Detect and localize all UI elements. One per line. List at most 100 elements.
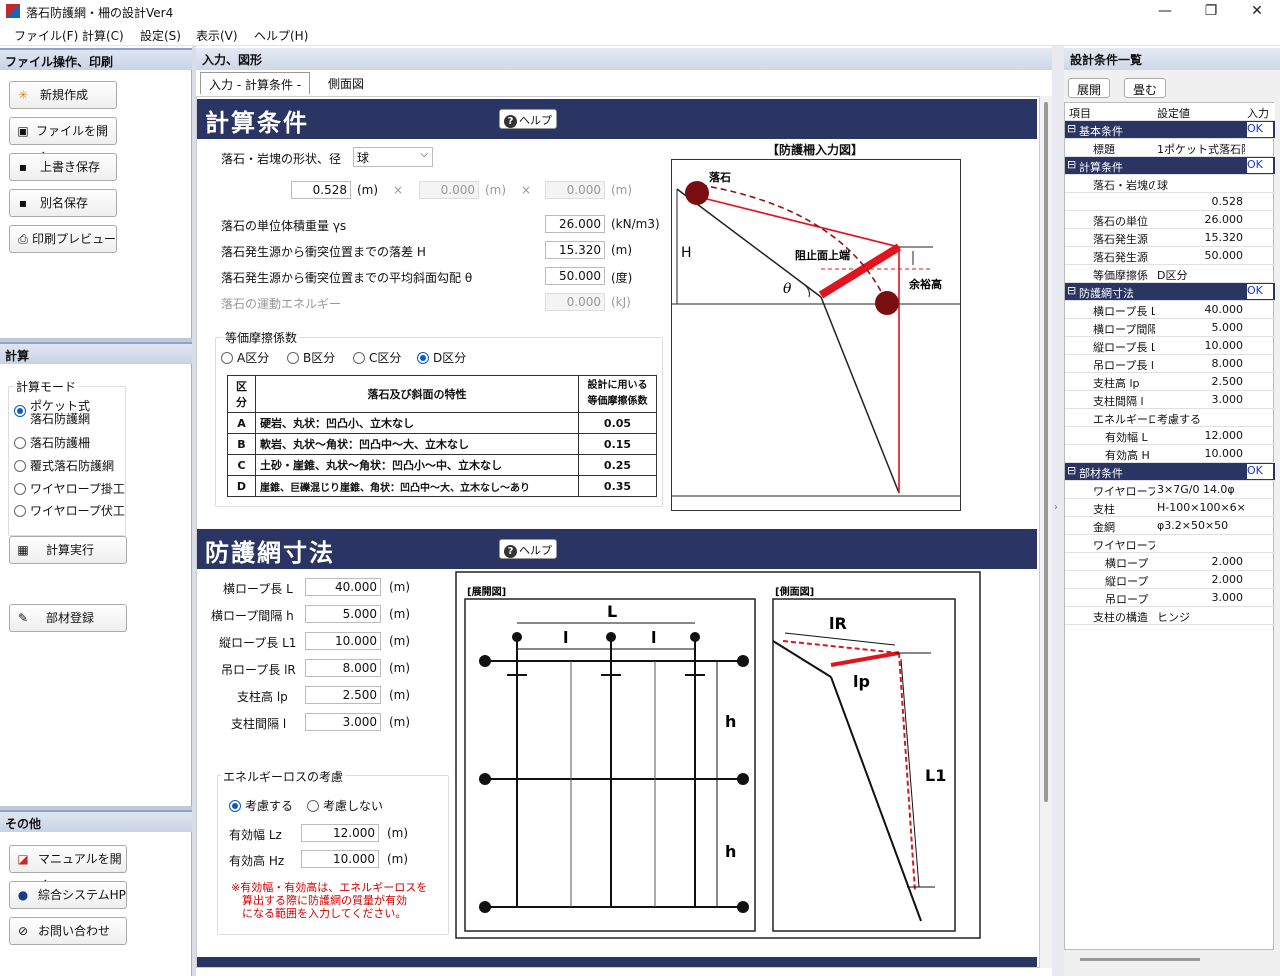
collapse-icon[interactable]: ⊟ — [1067, 284, 1076, 297]
energy-consider[interactable]: 考慮する — [229, 797, 293, 814]
radio-b[interactable] — [287, 352, 299, 364]
tree-row[interactable]: 等価摩擦係 D区分 — [1065, 265, 1275, 283]
contact-button[interactable]: ⊘ お問い合わせ — [9, 917, 127, 945]
tree-row[interactable]: 縦ロープ長 L 10.000 — [1065, 337, 1275, 355]
radio-c[interactable] — [353, 352, 365, 364]
minimize-button[interactable]: — — [1142, 0, 1188, 24]
tab-input[interactable]: 入力 - 計算条件 - — [200, 72, 311, 94]
tree-row[interactable]: 支柱 H-100×100×6× — [1065, 499, 1275, 517]
save-button[interactable]: ▪ 上書き保存 — [9, 153, 117, 181]
open-file-button[interactable]: ▣ファイルを開く — [9, 117, 117, 164]
print-preview-button[interactable]: ⎙ 印刷プレビュー — [9, 225, 117, 253]
menu-calc[interactable]: 計算(C) — [82, 27, 124, 44]
expand-button[interactable]: 展開 — [1068, 78, 1111, 98]
scroll-thumb[interactable] — [1044, 102, 1048, 802]
mode-fence[interactable]: 落石防護柵 — [14, 434, 90, 451]
tree-row[interactable]: 有効幅 L 12.000 — [1065, 427, 1275, 445]
unit-weight-input[interactable]: 26.000 — [545, 215, 605, 233]
tree-row[interactable]: 支柱高 lp 2.500 — [1065, 373, 1275, 391]
tree-row[interactable]: 0.528 — [1065, 193, 1275, 211]
menu-view[interactable]: 表示(V) — [196, 27, 238, 44]
tab-side-view[interactable]: 側面図 — [320, 72, 372, 94]
friction-c[interactable]: C区分 — [353, 349, 401, 366]
friction-b[interactable]: B区分 — [287, 349, 335, 366]
tree-row[interactable]: 縦ロープ 2.000 — [1065, 571, 1275, 589]
h-rope-length-input[interactable]: 40.000 — [305, 578, 381, 596]
tree-group-row[interactable]: ⊟ 部材条件 OK — [1065, 463, 1275, 481]
effective-height-input[interactable]: 10.000 — [301, 850, 379, 868]
friction-d[interactable]: D区分 — [417, 349, 466, 366]
effective-width-input[interactable]: 12.000 — [301, 824, 379, 842]
radio-rope-lay[interactable] — [14, 505, 26, 517]
help-button-2[interactable]: ? ヘルプ — [499, 539, 557, 559]
tree-h-scrollbar[interactable] — [1064, 950, 1274, 968]
menu-settings[interactable]: 設定(S) — [140, 27, 181, 44]
tree-row[interactable]: 落石発生源 50.000 — [1065, 247, 1275, 265]
radio-rope-hang[interactable] — [14, 483, 26, 495]
mode-rope-hang[interactable]: ワイヤロープ掛工 — [14, 480, 125, 497]
collapse-icon[interactable]: ⊟ — [1067, 122, 1076, 135]
member-register-button[interactable]: ✎ 部材登録 — [9, 604, 127, 632]
collapse-icon[interactable]: ⊟ — [1067, 158, 1076, 171]
mode-rope-lay[interactable]: ワイヤロープ伏工 — [14, 502, 125, 519]
run-calc-button[interactable]: ▦ 計算実行 — [9, 536, 127, 564]
close-button[interactable]: ✕ — [1234, 0, 1280, 24]
radio-fence[interactable] — [14, 437, 26, 449]
help-button-1[interactable]: ? ヘルプ — [499, 109, 557, 129]
tree-row[interactable]: 有効高 H 10.000 — [1065, 445, 1275, 463]
h-scroll-thumb[interactable] — [1080, 958, 1200, 961]
tree-row[interactable]: 落石・岩塊の球 — [1065, 175, 1275, 193]
tree-row[interactable]: 落石発生源 15.320 — [1065, 229, 1275, 247]
drop-height-input[interactable]: 15.320 — [545, 241, 605, 259]
tree-row[interactable]: 支柱の構造 ヒンジ — [1065, 607, 1275, 625]
tree-group-row[interactable]: ⊟ 防護網寸法 OK — [1065, 283, 1275, 301]
diameter-3-input[interactable]: 0.000 — [545, 181, 605, 199]
menu-file[interactable]: ファイル(F) — [14, 27, 78, 44]
friction-a[interactable]: A区分 — [221, 349, 269, 366]
tree-row[interactable]: 支柱間隔 l 3.000 — [1065, 391, 1275, 409]
tree-row[interactable]: 横ロープ長 L 40.000 — [1065, 301, 1275, 319]
v-rope-length-input[interactable]: 10.000 — [305, 632, 381, 650]
tree-row[interactable]: 横ロープ間隔 5.000 — [1065, 319, 1275, 337]
radio-not-consider[interactable] — [307, 800, 319, 812]
tree-row[interactable]: 横ロープ 2.000 — [1065, 553, 1275, 571]
collapse-button[interactable]: 畳む — [1124, 78, 1167, 98]
tree-group-row[interactable]: ⊟ 計算条件 OK — [1065, 157, 1275, 175]
open-manual-button[interactable]: ◪マニュアルを開く — [9, 845, 127, 892]
homepage-button[interactable]: ● 綜合システムHP — [9, 881, 127, 909]
tree-row[interactable]: 吊ロープ長 l 8.000 — [1065, 355, 1275, 373]
radio-d[interactable] — [417, 352, 429, 364]
radio-consider[interactable] — [229, 800, 241, 812]
diameter-2-input[interactable]: 0.000 — [419, 181, 479, 199]
maximize-button[interactable]: ❐ — [1188, 0, 1234, 24]
post-spacing-input[interactable]: 3.000 — [305, 713, 381, 731]
diameter-1-input[interactable]: 0.528 — [291, 181, 351, 199]
hang-rope-length-input[interactable]: 8.000 — [305, 659, 381, 677]
tree-row[interactable]: 標題 1ポケット式落石防 — [1065, 139, 1275, 157]
post-height-input[interactable]: 2.500 — [305, 686, 381, 704]
h-rope-spacing-input[interactable]: 5.000 — [305, 605, 381, 623]
tree-row[interactable]: 金網 φ3.2×50×50 — [1065, 517, 1275, 535]
tree-row[interactable]: ワイヤロープ( — [1065, 535, 1275, 553]
radio-a[interactable] — [221, 352, 233, 364]
mode-cover-net[interactable]: 覆式落石防護網 — [14, 457, 114, 474]
slope-angle-input[interactable]: 50.000 — [545, 267, 605, 285]
right-splitter[interactable]: › — [1052, 46, 1064, 976]
shape-select[interactable]: 球 ⌵ — [353, 147, 433, 167]
tree-row[interactable]: エネルギーロ 考慮する — [1065, 409, 1275, 427]
tree-row[interactable]: 吊ロープ 3.000 — [1065, 589, 1275, 607]
unit-label: (m) — [389, 661, 411, 675]
center-scrollbar[interactable] — [1040, 96, 1052, 968]
save-as-button[interactable]: ▪ 別名保存 — [9, 189, 117, 217]
collapse-icon[interactable]: ⊟ — [1067, 464, 1076, 477]
tree-row[interactable]: 落石の単位 26.000 — [1065, 211, 1275, 229]
menu-help[interactable]: ヘルプ(H) — [254, 27, 308, 44]
mode-pocket[interactable]: ポケット式 落石防護網 — [14, 400, 90, 426]
radio-pocket[interactable] — [14, 405, 26, 417]
radio-cover-net[interactable] — [14, 460, 26, 472]
new-button[interactable]: ✳ 新規作成 — [9, 81, 117, 109]
tree-group-row[interactable]: ⊟ 基本条件 OK — [1065, 121, 1275, 139]
energy-not-consider[interactable]: 考慮しない — [307, 797, 383, 814]
tree-row[interactable]: ワイヤロープ 3×7G/0 14.0φ — [1065, 481, 1275, 499]
chevron-right-icon[interactable]: › — [1054, 502, 1058, 513]
